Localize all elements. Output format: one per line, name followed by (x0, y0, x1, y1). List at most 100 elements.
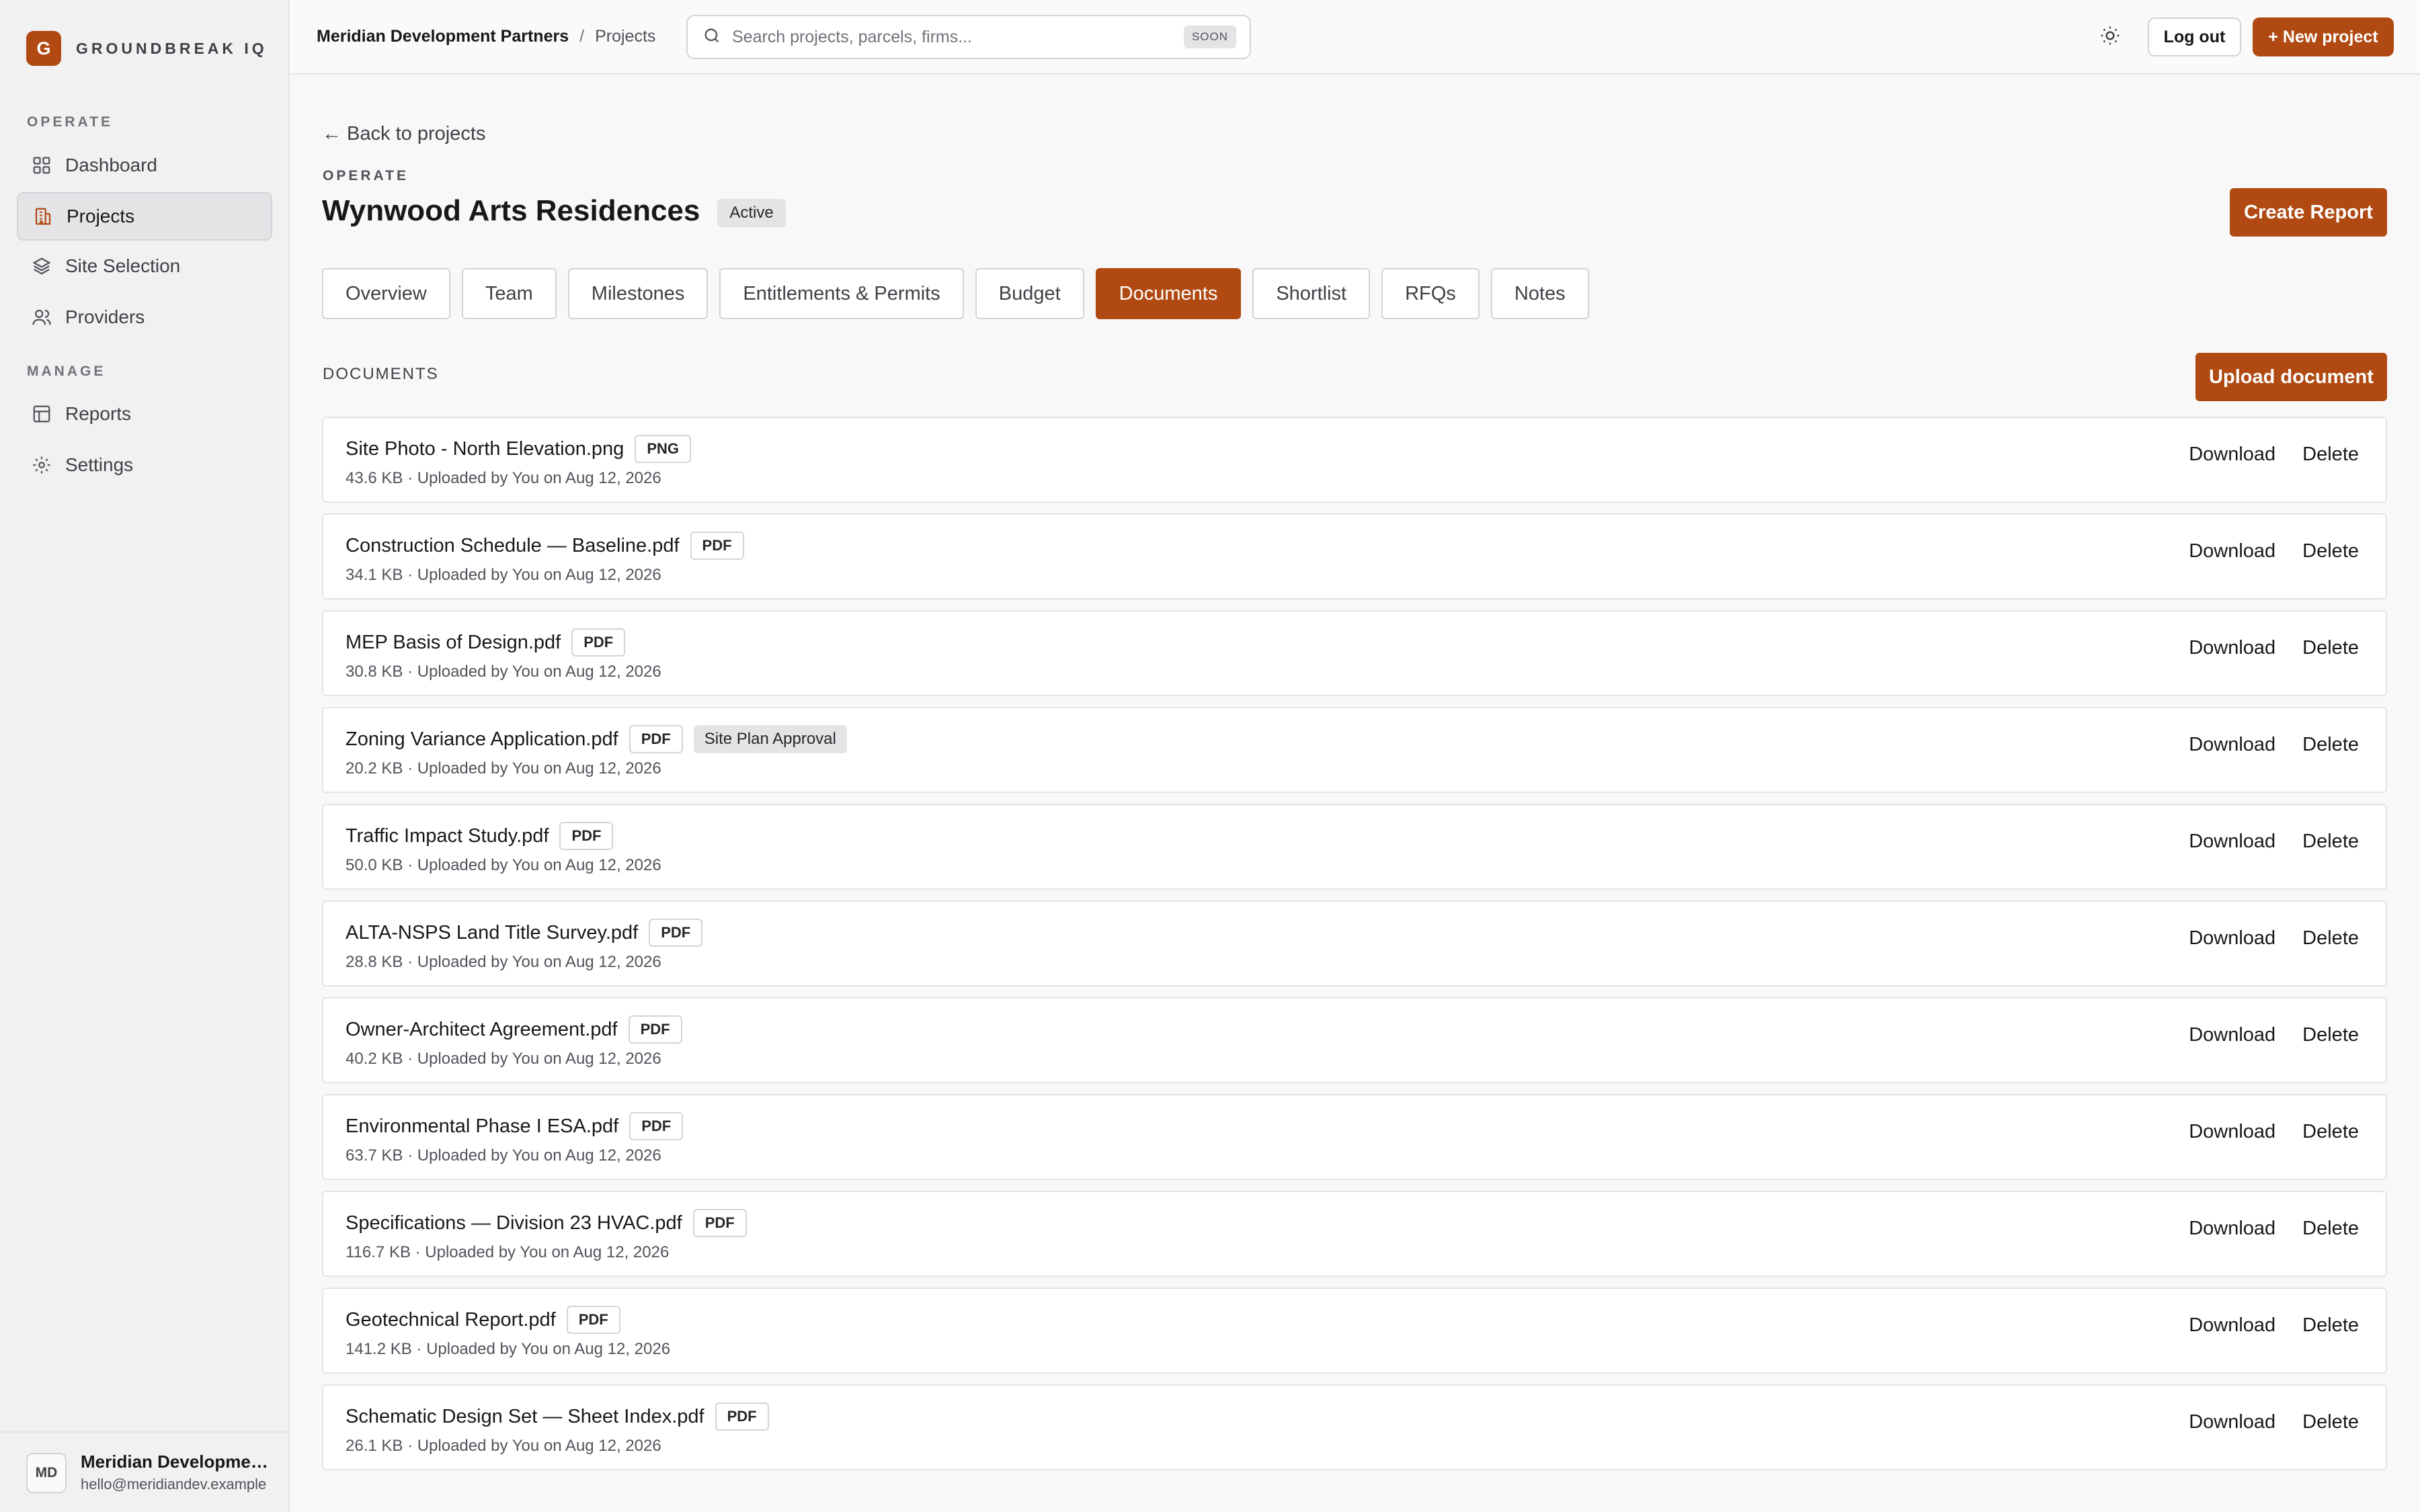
download-button[interactable]: Download (2189, 1314, 2275, 1337)
new-project-button[interactable]: + New project (2253, 17, 2394, 56)
delete-button[interactable]: Delete (2302, 1024, 2359, 1046)
sidebar-item-providers[interactable]: Providers (17, 293, 272, 341)
file-type-badge: PDF (629, 1112, 684, 1140)
tab-shortlist[interactable]: Shortlist (1252, 268, 1371, 319)
tab-documents[interactable]: Documents (1095, 268, 1242, 319)
document-name[interactable]: Schematic Design Set — Sheet Index.pdf (346, 1406, 704, 1428)
document-row: Environmental Phase I ESA.pdf PDF 63.7 K… (322, 1094, 2387, 1180)
document-meta: 28.8 KB · Uploaded by You on Aug 12, 202… (346, 953, 661, 971)
delete-button[interactable]: Delete (2302, 1121, 2359, 1143)
brand[interactable]: G GROUNDBREAK IQ (26, 31, 268, 66)
document-meta: 43.6 KB · Uploaded by You on Aug 12, 202… (346, 469, 661, 487)
breadcrumb-org[interactable]: Meridian Development Partners (317, 27, 569, 46)
download-button[interactable]: Download (2189, 1024, 2275, 1046)
document-name[interactable]: Owner-Architect Agreement.pdf (346, 1019, 618, 1041)
sidebar-item-label: Projects (67, 206, 135, 226)
document-row: MEP Basis of Design.pdf PDF 30.8 KB · Up… (322, 610, 2387, 696)
delete-button[interactable]: Delete (2302, 734, 2359, 756)
delete-button[interactable]: Delete (2302, 444, 2359, 466)
document-tag-badge: Site Plan Approval (693, 725, 847, 753)
file-type-badge: PDF (715, 1402, 769, 1431)
document-name[interactable]: ALTA-NSPS Land Title Survey.pdf (346, 922, 638, 944)
sidebar-item-projects[interactable]: Projects (17, 192, 272, 241)
document-meta: 30.8 KB · Uploaded by You on Aug 12, 202… (346, 663, 661, 681)
breadcrumb-separator: / (579, 27, 585, 46)
search-soon-badge: SOON (1183, 26, 1236, 48)
document-row: Construction Schedule — Baseline.pdf PDF… (322, 513, 2387, 599)
download-button[interactable]: Download (2189, 637, 2275, 659)
delete-button[interactable]: Delete (2302, 540, 2359, 562)
document-meta: 116.7 KB · Uploaded by You on Aug 12, 20… (346, 1243, 670, 1261)
brand-logo: G (26, 31, 61, 66)
tab-notes[interactable]: Notes (1490, 268, 1589, 319)
back-to-projects-link[interactable]: ← Back to projects (322, 123, 485, 145)
document-name[interactable]: Environmental Phase I ESA.pdf (346, 1116, 618, 1138)
breadcrumb-current[interactable]: Projects (595, 27, 655, 46)
download-button[interactable]: Download (2189, 1411, 2275, 1433)
tab-milestones[interactable]: Milestones (567, 268, 709, 319)
document-name[interactable]: Geotechnical Report.pdf (346, 1309, 556, 1331)
sidebar-item-dashboard[interactable]: Dashboard (17, 141, 272, 190)
delete-button[interactable]: Delete (2302, 831, 2359, 853)
download-button[interactable]: Download (2189, 1218, 2275, 1240)
table-icon (32, 404, 52, 424)
user-menu[interactable]: MD Meridian Development Partners hello@m… (0, 1431, 288, 1512)
document-meta: 63.7 KB · Uploaded by You on Aug 12, 202… (346, 1146, 661, 1165)
download-button[interactable]: Download (2189, 927, 2275, 950)
title-row: Wynwood Arts Residences Active (322, 194, 786, 228)
users-icon (32, 307, 52, 327)
delete-button[interactable]: Delete (2302, 1218, 2359, 1240)
document-name[interactable]: MEP Basis of Design.pdf (346, 632, 561, 654)
document-row: Site Photo - North Elevation.png PNG 43.… (322, 417, 2387, 503)
page-title: Wynwood Arts Residences (322, 194, 700, 227)
section-label-operate: OPERATE (27, 114, 113, 130)
sidebar-item-reports[interactable]: Reports (17, 390, 272, 438)
tab-budget[interactable]: Budget (975, 268, 1084, 319)
document-row: Traffic Impact Study.pdf PDF 50.0 KB · U… (322, 804, 2387, 890)
download-button[interactable]: Download (2189, 540, 2275, 562)
download-button[interactable]: Download (2189, 734, 2275, 756)
search-box[interactable]: SOON (686, 15, 1251, 59)
logout-button[interactable]: Log out (2148, 17, 2241, 56)
sidebar-item-label: Site Selection (65, 255, 181, 276)
document-meta: 40.2 KB · Uploaded by You on Aug 12, 202… (346, 1050, 661, 1068)
file-type-badge: PNG (635, 435, 691, 463)
search-input[interactable] (732, 27, 1162, 47)
document-name[interactable]: Traffic Impact Study.pdf (346, 825, 549, 847)
sidebar-item-settings[interactable]: Settings (17, 441, 272, 489)
download-button[interactable]: Download (2189, 444, 2275, 466)
upload-document-button[interactable]: Upload document (2195, 353, 2387, 401)
document-row: Owner-Architect Agreement.pdf PDF 40.2 K… (322, 997, 2387, 1083)
document-name[interactable]: Site Photo - North Elevation.png (346, 438, 624, 460)
delete-button[interactable]: Delete (2302, 637, 2359, 659)
delete-button[interactable]: Delete (2302, 927, 2359, 950)
tab-team[interactable]: Team (461, 268, 557, 319)
download-button[interactable]: Download (2189, 1121, 2275, 1143)
building-icon (33, 206, 53, 226)
brand-name: GROUNDBREAK IQ (76, 39, 268, 57)
sidebar-item-site-selection[interactable]: Site Selection (17, 242, 272, 290)
create-report-button[interactable]: Create Report (2230, 188, 2387, 237)
sidebar-item-label: Dashboard (65, 155, 157, 175)
document-meta: 141.2 KB · Uploaded by You on Aug 12, 20… (346, 1340, 671, 1358)
document-name[interactable]: Construction Schedule — Baseline.pdf (346, 535, 680, 557)
delete-button[interactable]: Delete (2302, 1411, 2359, 1433)
document-meta: 50.0 KB · Uploaded by You on Aug 12, 202… (346, 856, 661, 874)
sidebar: G GROUNDBREAK IQ OPERATE Dashboard Proje… (0, 0, 290, 1512)
sidebar-item-label: Providers (65, 306, 145, 327)
file-type-badge: PDF (566, 1306, 620, 1334)
delete-button[interactable]: Delete (2302, 1314, 2359, 1337)
project-tabs: Overview Team Milestones Entitlements & … (322, 268, 1601, 319)
avatar: MD (26, 1453, 67, 1493)
theme-toggle[interactable] (2095, 22, 2126, 52)
document-name[interactable]: Zoning Variance Application.pdf (346, 728, 618, 751)
tab-entitlements-permits[interactable]: Entitlements & Permits (719, 268, 964, 319)
document-row: ALTA-NSPS Land Title Survey.pdf PDF 28.8… (322, 900, 2387, 986)
documents-section-label: DOCUMENTS (323, 365, 439, 383)
tab-overview[interactable]: Overview (322, 268, 450, 319)
page-eyebrow: OPERATE (323, 168, 409, 183)
document-name[interactable]: Specifications — Division 23 HVAC.pdf (346, 1212, 682, 1234)
download-button[interactable]: Download (2189, 831, 2275, 853)
tab-rfqs[interactable]: RFQs (1381, 268, 1480, 319)
document-row: Geotechnical Report.pdf PDF 141.2 KB · U… (322, 1288, 2387, 1374)
